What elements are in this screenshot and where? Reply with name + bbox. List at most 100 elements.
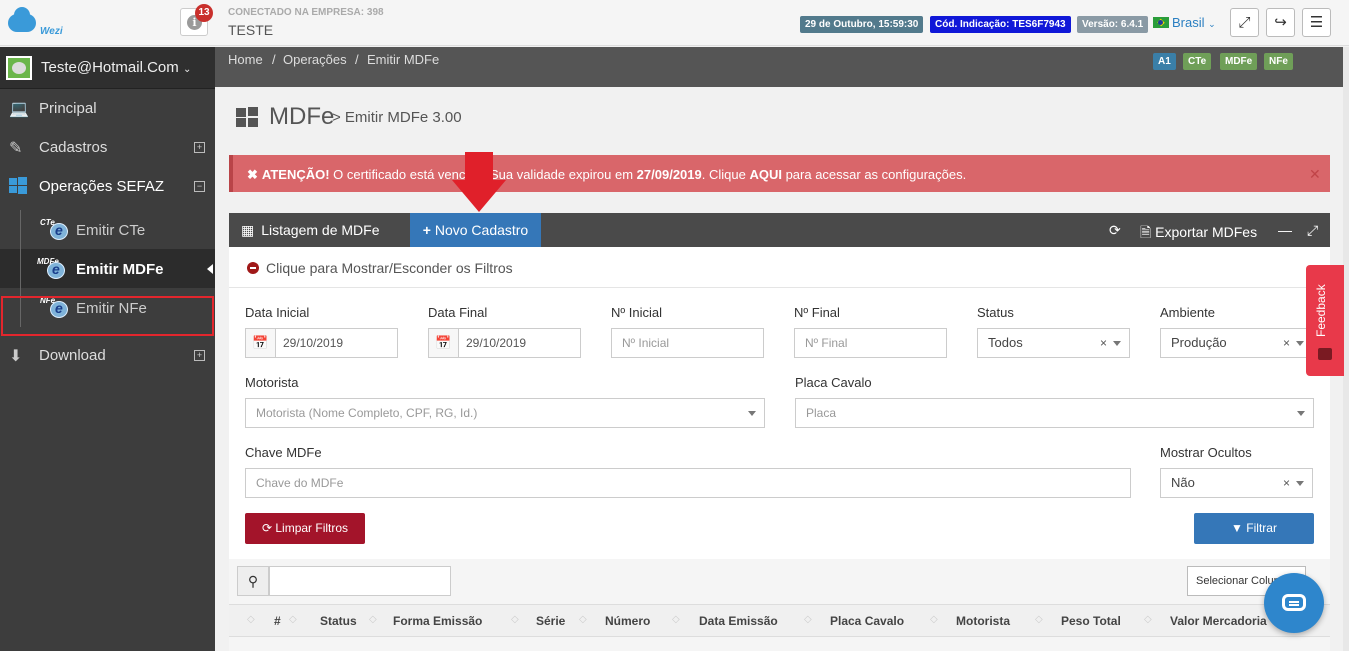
cte-globe-icon: CTe xyxy=(40,218,70,242)
expand-plus-icon[interactable]: + xyxy=(194,350,205,361)
panel-body: Clique para Mostrar/Esconder os Filtros … xyxy=(229,247,1330,651)
alert-link[interactable]: AQUI xyxy=(749,167,782,182)
language-label: Brasil xyxy=(1172,15,1205,30)
badge-mdfe: MDFe xyxy=(1220,53,1258,70)
fullscreen-button[interactable]: ⤢ xyxy=(1230,8,1259,37)
sort-icon[interactable]: ◇ xyxy=(511,614,519,625)
status-label: Status xyxy=(977,305,1014,320)
clear-x-icon[interactable]: × xyxy=(1100,329,1107,357)
breadcrumb-operacoes[interactable]: Operações xyxy=(283,52,347,67)
close-icon[interactable]: ✕ xyxy=(1309,166,1321,183)
panel-header: ▦ Listagem de MDFe + Novo Cadastro ⟳ 🗎 Ex… xyxy=(229,213,1330,247)
sort-icon[interactable]: ◇ xyxy=(579,614,587,625)
chat-icon xyxy=(1282,594,1306,611)
column-header[interactable]: Forma Emissão xyxy=(393,614,482,628)
badge-nfe: NFe xyxy=(1264,53,1293,70)
sort-icon[interactable]: ◇ xyxy=(804,614,812,625)
sidebar: Teste@Hotmail.Com ⌄ 💻 Principal ✎ Cadast… xyxy=(0,47,215,651)
highlight-annotation xyxy=(1,296,214,336)
user-email: Teste@Hotmail.Com ⌄ xyxy=(41,59,192,76)
user-menu[interactable]: Teste@Hotmail.Com ⌄ xyxy=(0,47,215,89)
language-selector[interactable]: Brasil ⌄ xyxy=(1153,15,1216,30)
breadcrumb-separator: / xyxy=(355,52,359,67)
table-search-input[interactable] xyxy=(269,566,451,596)
placa-select[interactable]: Placa xyxy=(795,398,1314,428)
badge-cte: CTe xyxy=(1183,53,1212,70)
calendar-icon[interactable]: 📅 xyxy=(429,329,459,357)
sidebar-item-download[interactable]: ⬇ Download + xyxy=(0,336,215,375)
sort-icon[interactable]: ◇ xyxy=(1144,614,1152,625)
edit-icon: ✎ xyxy=(9,140,23,157)
sort-icon[interactable]: ◇ xyxy=(1035,614,1043,625)
column-header[interactable]: Data Emissão xyxy=(699,614,778,628)
ambiente-select[interactable]: Produção × xyxy=(1160,328,1313,358)
refresh-icon[interactable]: ⟳ xyxy=(1109,222,1121,239)
new-record-button[interactable]: + Novo Cadastro xyxy=(410,213,541,247)
table-area: ⚲ Selecionar Colunas ◇ # ◇ Status ◇ Form… xyxy=(229,559,1330,651)
mdfe-globe-icon: MDFe xyxy=(37,257,67,281)
sort-icon[interactable]: ◇ xyxy=(289,614,297,625)
red-arrow-annotation xyxy=(452,152,506,214)
maximize-icon[interactable]: ⤢ xyxy=(1307,222,1318,239)
arrow-head xyxy=(452,180,506,212)
sort-icon[interactable]: ◇ xyxy=(369,614,377,625)
sidebar-subitem-emitir-mdfe[interactable]: MDFe Emitir MDFe xyxy=(0,249,215,288)
column-header[interactable]: Valor Mercadoria xyxy=(1170,614,1267,628)
export-button[interactable]: 🗎 Exportar MDFes xyxy=(1140,222,1257,246)
column-header[interactable]: Placa Cavalo xyxy=(830,614,904,628)
sort-icon[interactable]: ◇ xyxy=(930,614,938,625)
breadcrumb-home[interactable]: Home xyxy=(228,52,263,67)
tree-line xyxy=(20,249,21,288)
placa-label: Placa Cavalo xyxy=(795,375,872,390)
expand-plus-icon[interactable]: + xyxy=(194,142,205,153)
dropdown-arrow-icon xyxy=(748,411,756,416)
data-final-field[interactable]: 📅 29/10/2019 xyxy=(428,328,581,358)
feedback-tab[interactable]: Feedback xyxy=(1306,265,1344,376)
avatar xyxy=(6,56,32,80)
alert-x-icon: ✖ xyxy=(247,167,258,182)
collapse-minus-icon[interactable]: − xyxy=(194,181,205,192)
laptop-icon: 💻 xyxy=(9,101,29,118)
column-header[interactable]: Motorista xyxy=(956,614,1010,628)
sidebar-item-principal[interactable]: 💻 Principal xyxy=(0,89,215,128)
filter-icon: ▼ xyxy=(1231,521,1243,535)
filter-button[interactable]: ▼ Filtrar xyxy=(1194,513,1314,544)
motorista-select[interactable]: Motorista (Nome Completo, CPF, RG, Id.) xyxy=(245,398,765,428)
sort-icon[interactable]: ◇ xyxy=(247,614,255,625)
menu-button[interactable]: ☰ xyxy=(1302,8,1331,37)
breadcrumb-current: Emitir MDFe xyxy=(367,52,440,67)
chave-input[interactable]: Chave do MDFe xyxy=(245,468,1131,498)
status-select[interactable]: Todos × xyxy=(977,328,1130,358)
logout-button[interactable]: ↪ xyxy=(1266,8,1295,37)
clear-filters-button[interactable]: ⟳ Limpar Filtros xyxy=(245,513,365,544)
logout-icon: ↪ xyxy=(1274,14,1287,31)
alert-accent xyxy=(229,155,233,192)
clear-x-icon[interactable]: × xyxy=(1283,329,1290,357)
sidebar-subitem-emitir-cte[interactable]: CTe Emitir CTe xyxy=(0,210,215,249)
sort-icon[interactable]: ◇ xyxy=(672,614,680,625)
version-tag: Versão: 6.4.1 xyxy=(1077,16,1149,33)
n-final-input[interactable]: Nº Final xyxy=(794,328,947,358)
calendar-icon[interactable]: 📅 xyxy=(246,329,276,357)
company-name: TESTE xyxy=(228,22,274,38)
n-inicial-input[interactable]: Nº Inicial xyxy=(611,328,764,358)
app-logo[interactable]: Wezi xyxy=(6,7,66,40)
column-header[interactable]: Status xyxy=(320,614,357,628)
ocultos-select[interactable]: Não × xyxy=(1160,468,1313,498)
sidebar-item-operacoes-sefaz[interactable]: Operações SEFAZ − xyxy=(0,167,215,206)
column-header[interactable]: Número xyxy=(605,614,650,628)
data-inicial-field[interactable]: 📅 29/10/2019 xyxy=(245,328,398,358)
table-icon: ▦ xyxy=(241,222,255,238)
clear-x-icon[interactable]: × xyxy=(1283,469,1290,497)
sidebar-item-cadastros[interactable]: ✎ Cadastros + xyxy=(0,128,215,167)
column-header[interactable]: Peso Total xyxy=(1061,614,1121,628)
sidebar-item-label: Cadastros xyxy=(39,139,108,156)
column-header[interactable]: Série xyxy=(536,614,565,628)
minimize-icon[interactable]: — xyxy=(1278,222,1292,238)
windows-icon xyxy=(9,177,29,195)
column-header[interactable]: # xyxy=(274,614,281,628)
date-tag: 29 de Outubro, 15:59:30 xyxy=(800,16,924,33)
chat-widget-button[interactable] xyxy=(1264,573,1324,633)
filter-toggle[interactable]: Clique para Mostrar/Esconder os Filtros xyxy=(247,260,513,276)
notifications-button[interactable]: i 13 xyxy=(180,4,213,36)
